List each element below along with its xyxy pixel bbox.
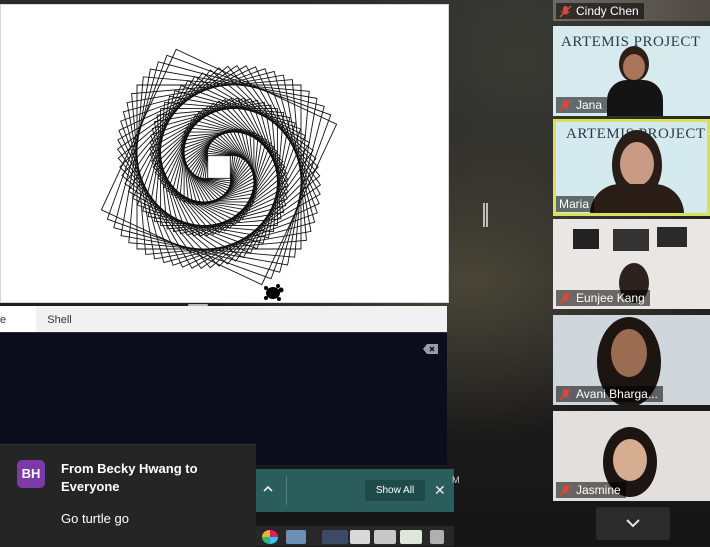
close-download-bar-button[interactable]: ✕ — [434, 482, 446, 498]
spiral-square — [204, 152, 234, 182]
photos-icon[interactable] — [286, 530, 306, 544]
spiral-square — [151, 99, 287, 235]
spiral-square — [150, 98, 288, 236]
participant-tile[interactable]: Eunjee Kang — [553, 219, 710, 309]
participant-label: Eunjee Kang — [556, 290, 650, 306]
document-thumbnail-icon[interactable] — [400, 530, 422, 544]
notification-title: From Becky Hwang to Everyone — [61, 461, 198, 494]
muted-mic-icon — [559, 387, 572, 401]
notification-message: Go turtle go — [61, 511, 129, 526]
spiral-square — [113, 61, 325, 273]
document-thumbnail-icon[interactable] — [374, 530, 396, 544]
participant-label: Avani Bharga... — [556, 386, 663, 402]
participant-face — [623, 54, 645, 80]
spiral-square — [117, 65, 321, 269]
spiral-square — [180, 128, 258, 206]
spiral-square — [156, 104, 282, 230]
spiral-square — [183, 131, 255, 203]
gallery-scroll-down-button[interactable] — [596, 507, 670, 540]
spiral-square — [181, 129, 257, 205]
show-all-button[interactable]: Show All — [365, 480, 425, 501]
chevron-down-icon — [626, 519, 640, 528]
spiral-square — [181, 129, 257, 205]
participant-label: Cindy Chen — [556, 3, 644, 19]
backspace-icon[interactable] — [423, 344, 438, 354]
participant-tile[interactable]: ARTEMIS PROJECT Jana — [553, 26, 710, 116]
spiral-square — [160, 108, 278, 226]
clock-fragment: M — [452, 475, 460, 485]
document-thumbnail-icon[interactable] — [350, 530, 370, 544]
spiral-square — [119, 67, 319, 267]
avatar: BH — [17, 460, 45, 488]
spiral-square — [180, 128, 258, 206]
participant-name: Cindy Chen — [576, 4, 639, 18]
participant-name: Avani Bharga... — [576, 387, 658, 401]
wall-poster — [613, 229, 649, 251]
spiral-square — [117, 65, 321, 269]
spiral-squares — [100, 48, 338, 286]
participant-tile-active-speaker[interactable]: ARTEMIS PROJECT Maria — [553, 119, 710, 216]
muted-mic-icon — [559, 483, 572, 497]
muted-mic-icon — [559, 291, 572, 305]
participant-tile[interactable]: Avani Bharga... — [553, 315, 710, 405]
participant-tile[interactable]: Jasmine — [553, 411, 710, 501]
participant-name: Jana — [576, 98, 603, 112]
window-thumbnail-icon[interactable] — [322, 530, 348, 544]
muted-mic-icon — [559, 4, 572, 18]
tab-editor-label: e — [0, 314, 7, 326]
tab-shell-label: Shell — [47, 314, 72, 326]
wall-poster — [657, 227, 687, 247]
spiral-square — [128, 76, 310, 258]
participant-label: Jasmine — [556, 482, 626, 498]
participant-face — [620, 142, 654, 186]
participant-name: Eunjee Kang — [576, 291, 645, 305]
trash-icon[interactable] — [430, 530, 444, 544]
spiral-square — [116, 64, 322, 270]
chevron-up-icon[interactable] — [262, 484, 274, 494]
turtle-icon — [264, 284, 284, 301]
spiral-square — [106, 54, 332, 280]
wall-poster — [573, 229, 599, 249]
spiral-square — [175, 123, 263, 211]
tab-editor[interactable]: e — [0, 306, 36, 332]
spiral-square — [180, 128, 258, 206]
editor-tab-bar: e Shell — [0, 306, 447, 332]
participant-body — [590, 184, 684, 213]
spiral-square — [160, 108, 278, 226]
taskbar — [256, 526, 454, 546]
participant-body — [607, 80, 663, 116]
gallery-resize-grip[interactable] — [483, 203, 488, 227]
turtle-canvas — [0, 4, 449, 303]
participant-face — [611, 329, 647, 377]
spiral-square — [150, 98, 288, 236]
spiral-square — [207, 155, 231, 179]
spiral-square — [183, 131, 255, 203]
tab-shell[interactable]: Shell — [36, 306, 83, 332]
spiral-square — [127, 75, 311, 259]
download-bar-divider — [286, 476, 287, 505]
muted-mic-icon — [559, 98, 572, 112]
participant-label: Maria — [556, 196, 595, 212]
slack-icon[interactable] — [262, 530, 278, 544]
participant-name: Maria — [559, 197, 590, 211]
spiral-drawing — [100, 48, 338, 301]
participant-label: Jana — [556, 97, 608, 113]
spiral-square — [179, 127, 259, 207]
spiral-square — [131, 79, 307, 255]
participant-name: Jasmine — [576, 483, 621, 497]
participant-tile[interactable]: Cindy Chen — [553, 0, 710, 21]
participant-face — [613, 439, 647, 481]
